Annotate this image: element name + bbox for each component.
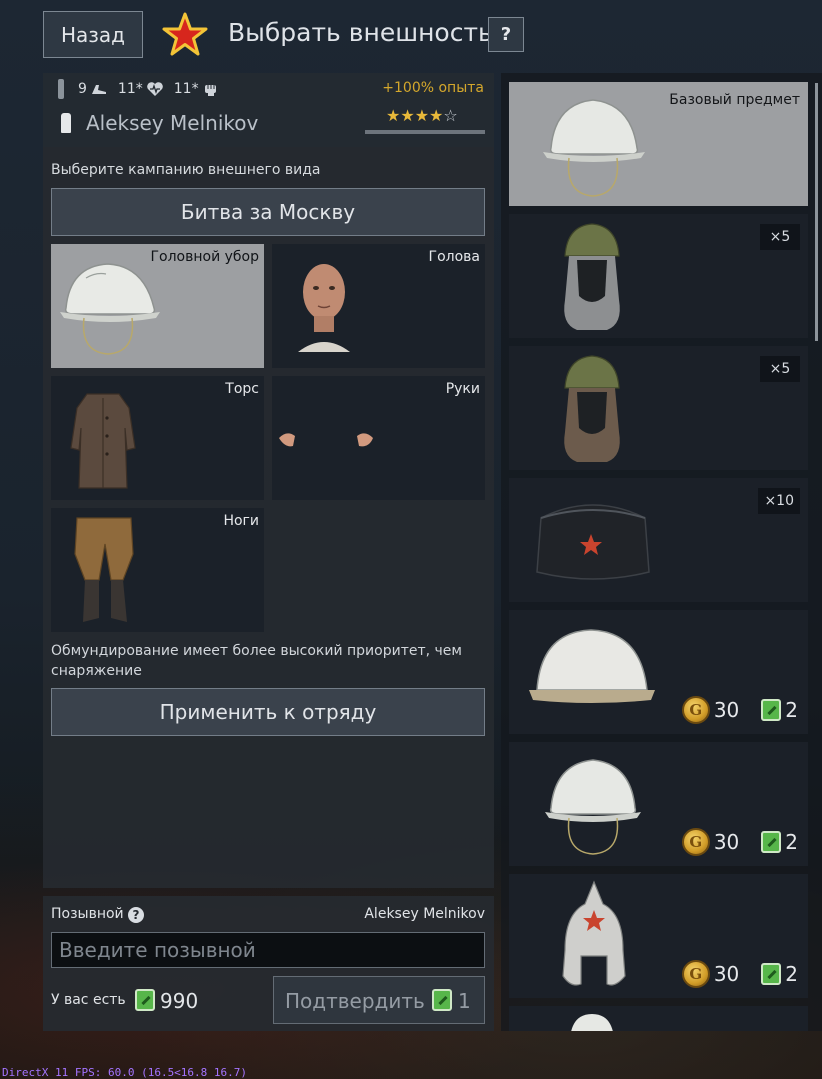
slot-hands[interactable]: Руки [272,376,485,500]
slot-head-label: Голова [428,249,480,265]
gold-price: 30 [713,698,740,722]
white-helmet-image [529,629,655,703]
slot-hands-label: Руки [445,381,480,397]
white-helmet-image [545,759,641,855]
ticket-icon [761,963,782,985]
item-card[interactable]: ×10 [509,478,808,602]
soldier-name: Aleksey Melnikov [86,111,259,135]
ushanka-image [536,504,650,580]
fps-counter: DirectX 11 FPS: 60.0 (16.5<16.8 16.7) [2,1066,248,1079]
balance-value: 990 [160,989,199,1013]
callsign-current: Aleksey Melnikov [364,906,485,922]
item-card[interactable]: G 30 2 [509,610,808,734]
confirm-cost: 1 [458,989,471,1013]
campaign-select-button[interactable]: Битва за Москву [51,188,485,236]
green-helmet-hood-image [564,223,620,330]
ticket-price: 2 [785,830,798,854]
help-button[interactable]: ? [488,17,524,52]
white-helmet-image [543,99,645,197]
gold-price: 30 [713,962,740,986]
item-card[interactable]: ×5 [509,346,808,470]
soldier-rating-stars: ★★★★☆ [386,106,458,125]
slot-headgear[interactable]: Головной убор [51,244,264,368]
price-row: G 30 2 [681,960,798,988]
price-row: G 30 2 [681,696,798,724]
rank-icon [58,79,64,99]
gold-price: 30 [713,830,740,854]
hands-image [279,433,373,447]
star-filled-icon: ★ [386,106,401,125]
slot-head[interactable]: Голова [272,244,485,368]
green-helmet-hood-image [564,355,620,462]
head-image [298,264,350,352]
boot-icon [91,85,106,94]
balance-label: У вас есть [51,992,126,1008]
budenovka-image [562,880,626,986]
item-card[interactable]: G 30 2 [509,874,808,998]
ticket-icon [761,699,782,721]
page-title: Выбрать внешность [228,18,493,47]
slot-headgear-label: Головной убор [150,249,259,265]
stat-stamina-value: 9 [78,81,87,97]
apply-to-squad-button[interactable]: Применить к отряду [51,688,485,736]
quantity-badge: ×10 [758,488,800,514]
confirm-button[interactable]: Подтвердить 1 [273,976,485,1024]
soldier-stats: 9 11* 11* [58,79,226,99]
red-star-icon [162,12,208,56]
quantity-badge: ×5 [760,356,800,382]
ticket-price: 2 [785,698,798,722]
stat-stamina: 9 [78,81,108,97]
item-card-base[interactable]: Базовый предмет [509,82,808,206]
level-progress-bar [365,130,485,134]
gold-coin-icon: G [681,828,710,856]
coat-image [70,393,136,489]
base-item-label: Базовый предмет [669,92,800,108]
stat-strength: 11* [174,81,220,97]
callsign-label: Позывной [51,906,124,922]
stat-health: 11* [118,81,164,97]
item-card[interactable] [509,1006,808,1031]
slot-legs[interactable]: Ноги [51,508,264,632]
quantity-badge: ×5 [760,224,800,250]
slot-torso[interactable]: Торс [51,376,264,500]
ticket-price: 2 [785,962,798,986]
fist-icon [204,85,216,96]
gold-coin-icon: G [681,696,710,724]
price-row: G 30 2 [681,828,798,856]
campaign-label: Выберите кампанию внешнего вида [51,162,321,178]
health-icon [146,82,163,96]
slot-legs-label: Ноги [223,513,259,529]
slot-torso-label: Торс [225,381,259,397]
star-filled-icon: ★ [400,106,415,125]
experience-bonus: +100% опыта [382,80,484,96]
callsign-input[interactable] [51,932,485,968]
item-card[interactable]: G 30 2 [509,742,808,866]
ticket-icon [761,831,782,853]
back-button[interactable]: Назад [43,11,143,58]
item-card[interactable]: ×5 [509,214,808,338]
ticket-icon [432,989,452,1011]
star-filled-icon: ★ [414,106,430,125]
ticket-icon [135,989,155,1011]
item-list-scrollbar[interactable] [815,83,818,341]
white-helmet-image [571,1014,613,1031]
confirm-label: Подтвердить [285,989,425,1013]
trousers-image [74,517,134,622]
soldier-class-icon [61,113,71,133]
stat-strength-value: 11* [173,81,199,97]
stat-health-value: 11* [117,81,143,97]
gold-coin-icon: G [681,960,710,988]
priority-note: Обмундирование имеет более высокий приор… [51,643,462,679]
star-empty-icon: ☆ [443,106,458,125]
white-helmet-image [60,263,160,355]
info-icon[interactable]: ? [128,907,144,923]
star-filled-icon: ★ [429,106,444,125]
